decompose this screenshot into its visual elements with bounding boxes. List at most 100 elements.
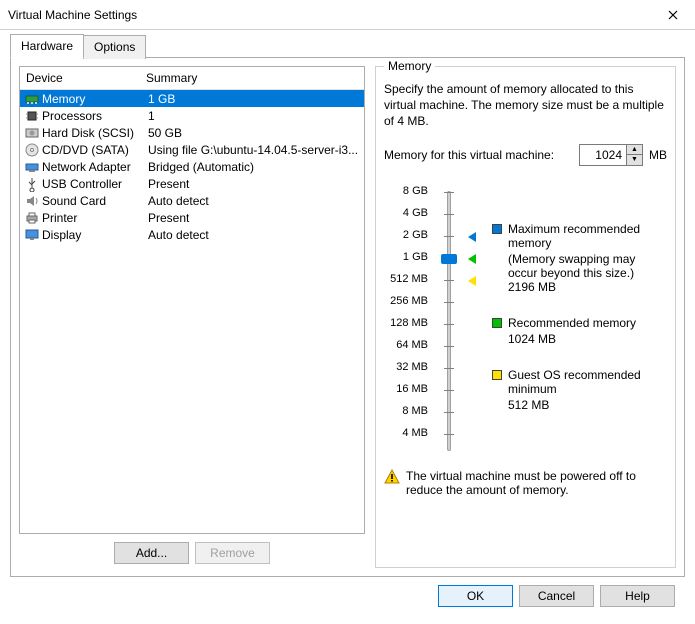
harddisk-icon: [24, 125, 40, 141]
col-device-header[interactable]: Device: [20, 67, 140, 89]
device-summary: Present: [142, 177, 360, 191]
device-buttons: Add... Remove: [19, 534, 365, 568]
device-name: Hard Disk (SCSI): [42, 126, 142, 140]
close-button[interactable]: [650, 0, 695, 30]
device-list: Device Summary Memory 1 GB Processors 1 …: [19, 66, 365, 534]
legend-min-value: 512 MB: [508, 398, 667, 412]
cddvd-icon: [24, 142, 40, 158]
tick-label: 256 MB: [390, 290, 428, 312]
memory-unit: MB: [649, 148, 667, 162]
device-row-harddisk[interactable]: Hard Disk (SCSI) 50 GB: [20, 124, 364, 141]
close-icon: [668, 10, 678, 20]
memory-spinner: ▲ ▼: [579, 144, 643, 166]
device-summary: Present: [142, 211, 360, 225]
tab-hardware-label: Hardware: [21, 39, 73, 53]
tick-label: 8 GB: [403, 180, 428, 202]
rec-marker-icon: [468, 254, 476, 264]
device-row-printer[interactable]: Printer Present: [20, 209, 364, 226]
device-name: Display: [42, 228, 142, 242]
device-summary: 1 GB: [142, 92, 360, 106]
legend-min-label: Guest OS recommended minimum: [508, 368, 667, 396]
device-row-network[interactable]: Network Adapter Bridged (Automatic): [20, 158, 364, 175]
max-marker-icon: [468, 232, 476, 242]
spin-down[interactable]: ▼: [627, 155, 642, 165]
spin-up[interactable]: ▲: [627, 145, 642, 155]
tick-label: 64 MB: [396, 334, 428, 356]
window-title: Virtual Machine Settings: [8, 8, 137, 22]
memory-slider[interactable]: [447, 191, 451, 451]
legend-max-color: [492, 224, 502, 234]
legend-max-note: (Memory swapping may occur beyond this s…: [508, 252, 667, 280]
sound-icon: [24, 193, 40, 209]
memory-group-title: Memory: [384, 59, 435, 73]
tab-options[interactable]: Options: [83, 35, 146, 59]
device-name: Memory: [42, 92, 142, 106]
memory-icon: [24, 91, 40, 107]
tick-label: 32 MB: [396, 356, 428, 378]
legend-max-value: 2196 MB: [508, 280, 667, 294]
device-name: Network Adapter: [42, 160, 142, 174]
processor-icon: [24, 108, 40, 124]
legend-rec-value: 1024 MB: [508, 332, 667, 346]
device-row-cddvd[interactable]: CD/DVD (SATA) Using file G:\ubuntu-14.04…: [20, 141, 364, 158]
warning-icon: [384, 469, 400, 485]
device-name: Printer: [42, 211, 142, 225]
tick-label: 16 MB: [396, 378, 428, 400]
tab-options-label: Options: [94, 40, 135, 54]
device-summary: Auto detect: [142, 228, 360, 242]
device-summary: Bridged (Automatic): [142, 160, 360, 174]
help-button[interactable]: Help: [600, 585, 675, 607]
tab-content: Device Summary Memory 1 GB Processors 1 …: [10, 57, 685, 577]
tick-label: 512 MB: [390, 268, 428, 290]
legend-min-color: [492, 370, 502, 380]
tab-bar: Hardware Options: [10, 34, 685, 58]
device-row-processors[interactable]: Processors 1: [20, 107, 364, 124]
legend-rec-color: [492, 318, 502, 328]
device-name: Sound Card: [42, 194, 142, 208]
remove-button: Remove: [195, 542, 270, 564]
left-panel: Device Summary Memory 1 GB Processors 1 …: [19, 66, 365, 568]
cancel-button[interactable]: Cancel: [519, 585, 594, 607]
tick-label: 8 MB: [402, 400, 428, 422]
device-summary: Using file G:\ubuntu-14.04.5-server-i3..…: [142, 143, 360, 157]
device-summary: 1: [142, 109, 360, 123]
printer-icon: [24, 210, 40, 226]
tick-label: 4 GB: [403, 202, 428, 224]
titlebar: Virtual Machine Settings: [0, 0, 695, 30]
warning-text: The virtual machine must be powered off …: [406, 469, 667, 497]
memory-label: Memory for this virtual machine:: [384, 148, 554, 162]
memory-group: Memory Specify the amount of memory allo…: [375, 66, 676, 568]
memory-input-row: Memory for this virtual machine: ▲ ▼ MB: [384, 144, 667, 166]
tick-label: 128 MB: [390, 312, 428, 334]
dialog-buttons: OK Cancel Help: [10, 577, 685, 609]
device-header: Device Summary: [20, 67, 364, 90]
device-name: USB Controller: [42, 177, 142, 191]
add-button[interactable]: Add...: [114, 542, 189, 564]
tick-label: 2 GB: [403, 224, 428, 246]
display-icon: [24, 227, 40, 243]
spin-buttons: ▲ ▼: [626, 145, 642, 165]
device-row-display[interactable]: Display Auto detect: [20, 226, 364, 243]
right-panel: Memory Specify the amount of memory allo…: [375, 66, 676, 568]
legend-column: Maximum recommended memory (Memory swapp…: [464, 180, 667, 451]
slider-thumb[interactable]: [441, 254, 457, 264]
device-name: Processors: [42, 109, 142, 123]
device-summary: 50 GB: [142, 126, 360, 140]
memory-description: Specify the amount of memory allocated t…: [384, 81, 667, 130]
tick-labels: 8 GB 4 GB 2 GB 1 GB 512 MB 256 MB 128 MB…: [384, 180, 434, 451]
min-marker-icon: [468, 276, 476, 286]
usb-icon: [24, 176, 40, 192]
device-row-usb[interactable]: USB Controller Present: [20, 175, 364, 192]
memory-input[interactable]: [580, 148, 626, 162]
network-icon: [24, 159, 40, 175]
device-row-memory[interactable]: Memory 1 GB: [20, 90, 364, 107]
tab-hardware[interactable]: Hardware: [10, 34, 84, 58]
memory-warning: The virtual machine must be powered off …: [384, 469, 667, 497]
device-row-sound[interactable]: Sound Card Auto detect: [20, 192, 364, 209]
tick-label: 4 MB: [402, 422, 428, 444]
legend-rec-label: Recommended memory: [508, 316, 636, 330]
col-summary-header[interactable]: Summary: [140, 67, 364, 89]
slider-column: [434, 180, 464, 451]
tick-label: 1 GB: [403, 246, 428, 268]
ok-button[interactable]: OK: [438, 585, 513, 607]
